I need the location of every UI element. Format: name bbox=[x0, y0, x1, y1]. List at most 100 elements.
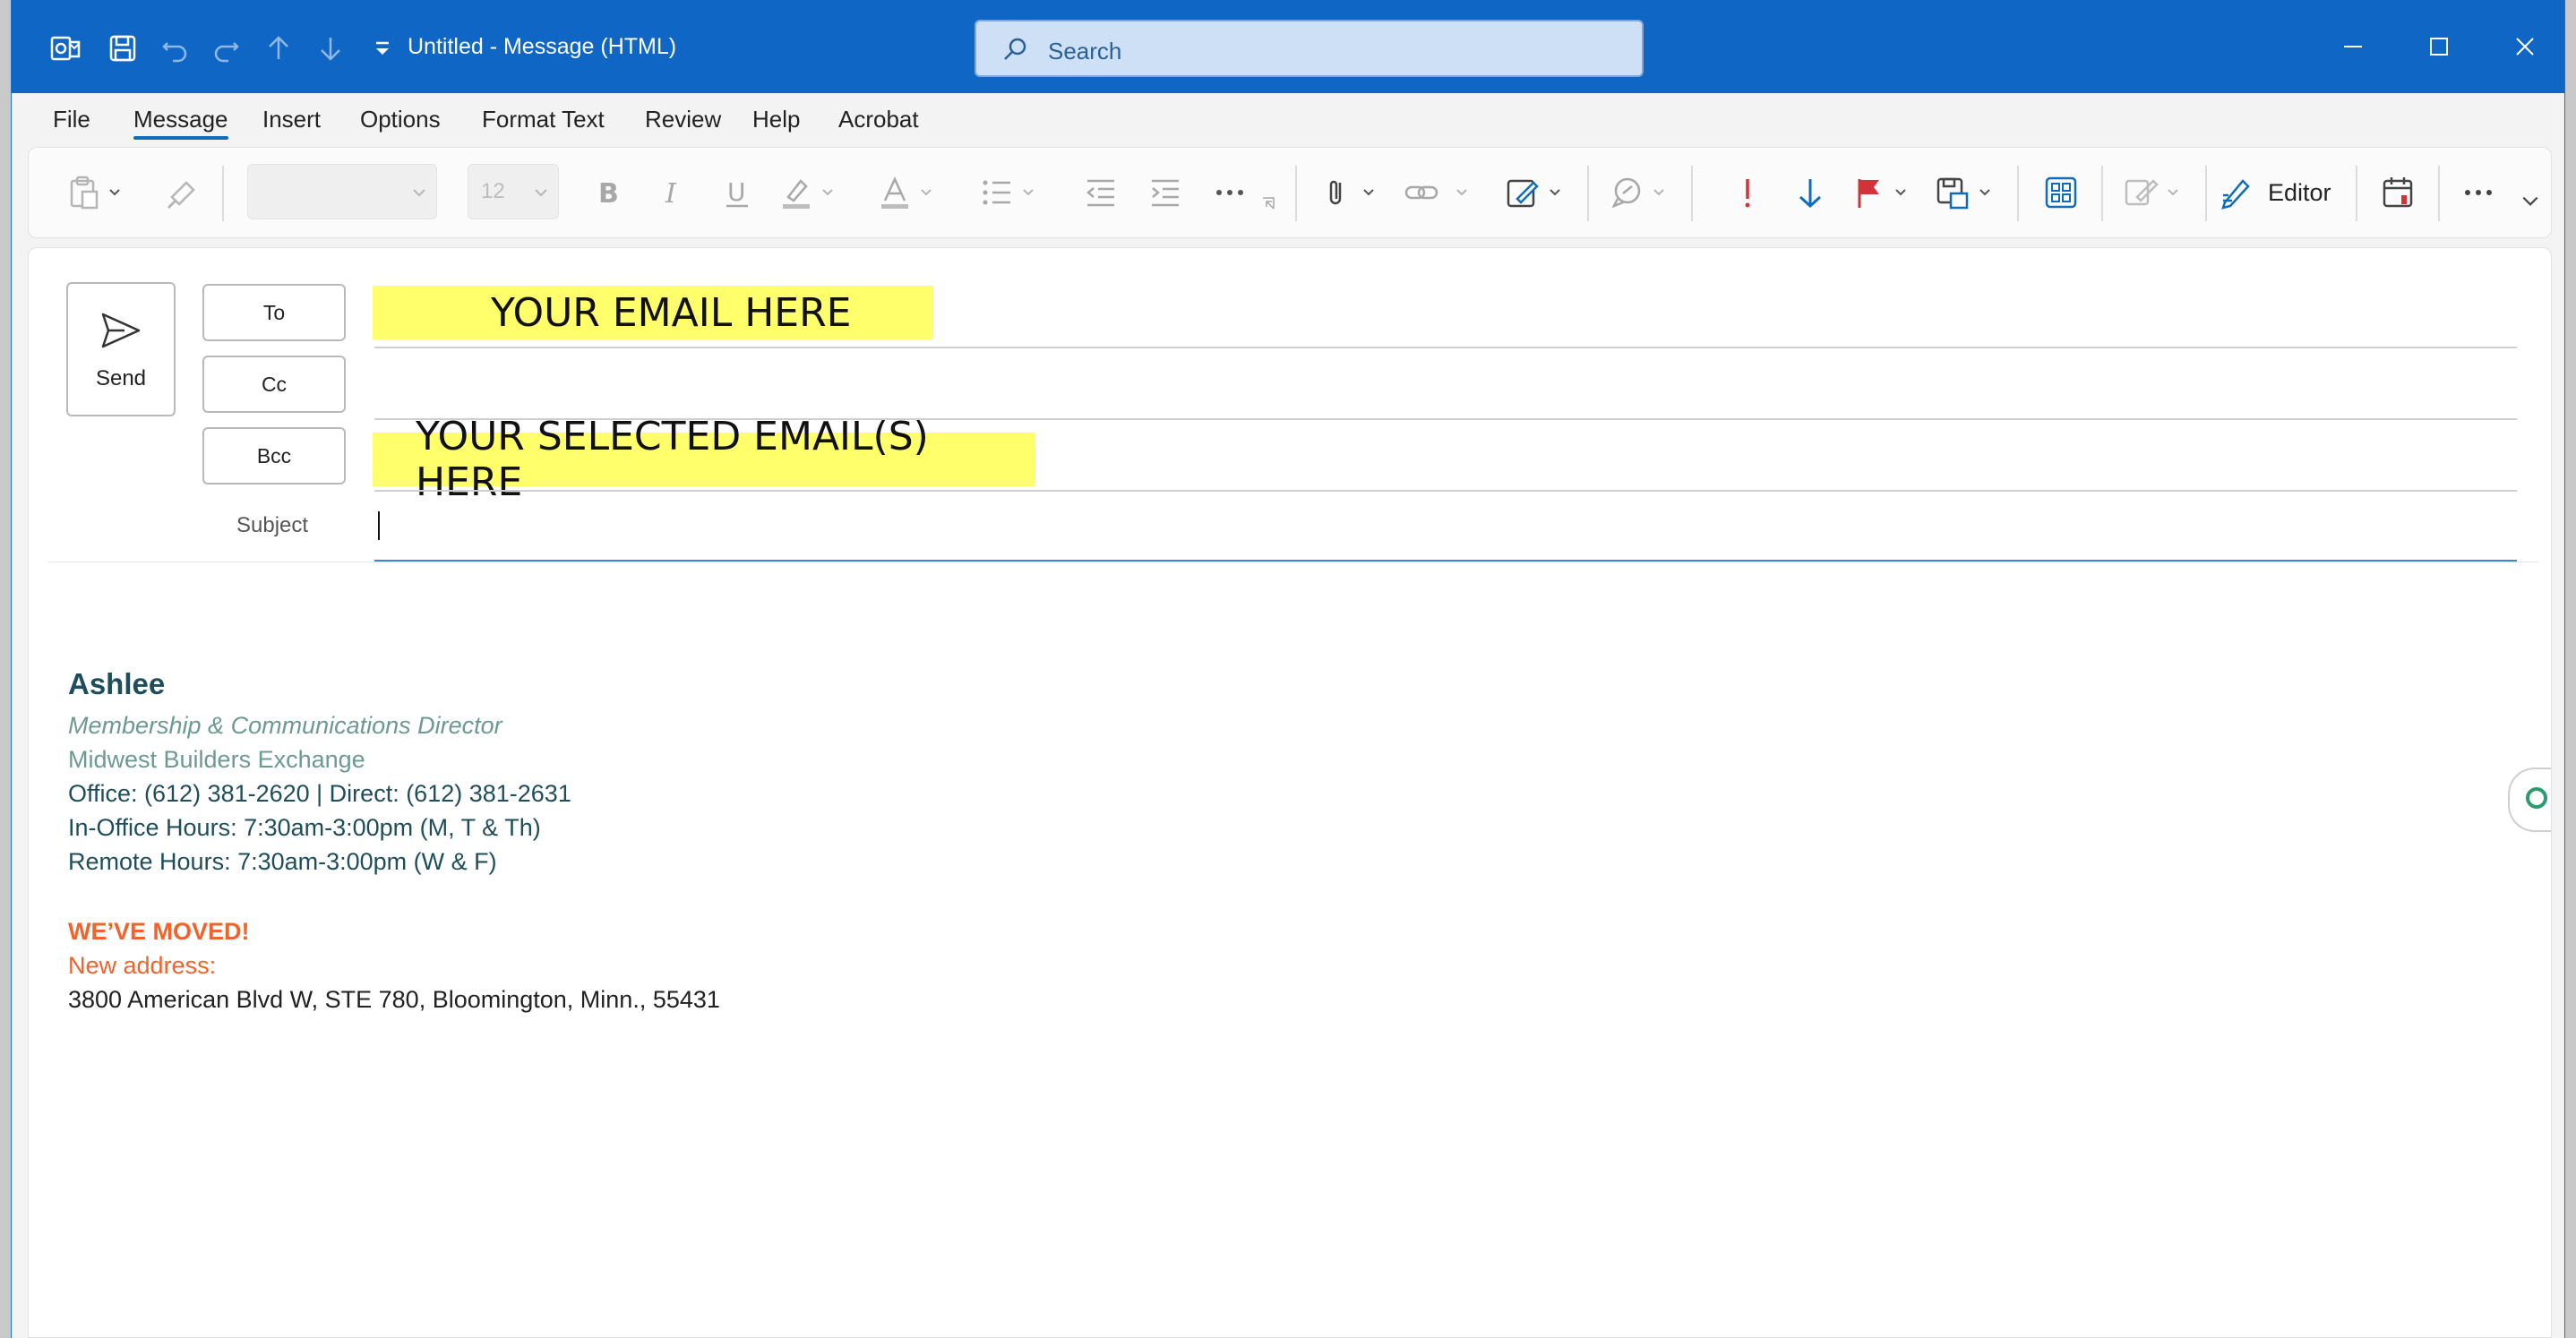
bcc-field-value[interactable]: YOUR SELECTED EMAIL(S) HERE bbox=[373, 414, 1035, 505]
tab-options[interactable]: Options bbox=[360, 106, 441, 133]
chevron-down-icon bbox=[413, 189, 425, 197]
tab-file[interactable]: File bbox=[53, 106, 90, 133]
chevron-down-icon bbox=[109, 189, 120, 196]
signature-name: Ashlee bbox=[68, 667, 166, 700]
chevron-down-icon bbox=[1363, 189, 1374, 196]
chevron-down-icon bbox=[1023, 189, 1034, 196]
minimize-icon bbox=[2344, 46, 2362, 47]
signature-role: Membership & Communications Director bbox=[68, 712, 502, 739]
maximize-button[interactable] bbox=[2419, 27, 2459, 66]
font-name-dropdown[interactable] bbox=[247, 164, 437, 219]
customize-toolbar-icon[interactable] bbox=[365, 30, 400, 66]
dialog-launcher-icon bbox=[1263, 197, 1275, 210]
exclamation-icon bbox=[1745, 179, 1750, 208]
chevron-down-icon bbox=[921, 189, 932, 196]
editor-button[interactable]: Editor bbox=[2218, 166, 2331, 219]
window-title: Untitled - Message (HTML) bbox=[408, 34, 677, 59]
subject-label: Subject bbox=[236, 513, 309, 537]
follow-up-button[interactable] bbox=[1850, 166, 1908, 219]
flag-icon bbox=[1858, 179, 1879, 208]
font-size-dropdown[interactable]: 12 bbox=[468, 164, 559, 219]
increase-indent-button[interactable] bbox=[1143, 166, 1188, 219]
chevron-down-icon bbox=[2168, 189, 2178, 196]
italic-button[interactable]: I bbox=[650, 166, 695, 219]
ribbon-separator bbox=[1691, 166, 1693, 221]
to-button[interactable]: To bbox=[202, 284, 346, 341]
ellipsis-icon bbox=[2465, 190, 2492, 195]
signature-office-hours: In-Office Hours: 7:30am-3:00pm (M, T & T… bbox=[68, 814, 541, 841]
highlighter-icon bbox=[783, 179, 810, 209]
to-field-value[interactable]: YOUR EMAIL HERE bbox=[373, 286, 933, 339]
tab-acrobat[interactable]: Acrobat bbox=[838, 106, 919, 133]
more-commands-button[interactable] bbox=[2456, 166, 2501, 219]
chevron-down-icon bbox=[822, 189, 833, 196]
svg-text:I: I bbox=[665, 178, 677, 210]
tab-format-text[interactable]: Format Text bbox=[482, 106, 605, 133]
format-painter-icon bbox=[167, 181, 195, 210]
signature-phones: Office: (612) 381-2620 | Direct: (612) 3… bbox=[68, 780, 571, 807]
chevron-down-icon bbox=[1895, 189, 1906, 196]
side-assistant-tab[interactable] bbox=[2508, 768, 2551, 832]
format-painter-button[interactable] bbox=[163, 166, 201, 219]
low-importance-button[interactable] bbox=[1788, 166, 1833, 219]
bullets-button[interactable] bbox=[978, 166, 1035, 219]
more-formatting-button[interactable] bbox=[1207, 166, 1252, 219]
chevron-down-icon bbox=[1456, 189, 1467, 196]
highlight-color-button[interactable] bbox=[777, 166, 835, 219]
attach-file-button[interactable] bbox=[1318, 166, 1376, 219]
sensitivity-button[interactable] bbox=[1935, 166, 1992, 219]
tab-insert[interactable]: Insert bbox=[262, 106, 321, 133]
ribbon-separator bbox=[1587, 166, 1589, 221]
bold-button[interactable]: B bbox=[586, 166, 631, 219]
signature-icon bbox=[1507, 179, 1539, 208]
font-color-button[interactable] bbox=[876, 166, 933, 219]
save-options-icon bbox=[1936, 177, 1969, 210]
decrease-indent-button[interactable] bbox=[1078, 166, 1123, 219]
italic-icon: I bbox=[665, 178, 677, 210]
undo-icon[interactable] bbox=[157, 30, 193, 66]
editor-pen-icon bbox=[2221, 179, 2250, 210]
close-button[interactable] bbox=[2505, 27, 2545, 66]
scheduling-button[interactable] bbox=[2372, 166, 2426, 219]
ribbon-separator bbox=[2101, 166, 2103, 221]
templates-button[interactable] bbox=[2123, 166, 2180, 219]
tab-help[interactable]: Help bbox=[752, 106, 800, 133]
paste-button[interactable] bbox=[64, 166, 122, 219]
high-importance-button[interactable] bbox=[1725, 166, 1770, 219]
editor-label: Editor bbox=[2268, 178, 2331, 206]
calendar-icon bbox=[2383, 177, 2413, 208]
comment-icon bbox=[1611, 177, 1641, 209]
ribbon-separator bbox=[2017, 166, 2019, 221]
redo-icon[interactable] bbox=[209, 30, 245, 66]
bold-icon: B bbox=[598, 178, 619, 210]
save-icon[interactable] bbox=[105, 30, 141, 66]
send-button[interactable]: Send bbox=[66, 282, 176, 416]
tab-message[interactable]: Message bbox=[133, 106, 228, 133]
previous-item-icon[interactable] bbox=[261, 30, 296, 66]
cc-button[interactable]: Cc bbox=[202, 356, 346, 413]
title-bar: Untitled - Message (HTML) Search bbox=[12, 0, 2564, 93]
increase-indent-icon bbox=[1152, 179, 1179, 207]
link-button[interactable] bbox=[1403, 166, 1469, 219]
dictate-button[interactable] bbox=[1609, 166, 1666, 219]
to-field-underline bbox=[374, 347, 2517, 348]
tab-review[interactable]: Review bbox=[645, 106, 721, 133]
bcc-button[interactable]: Bcc bbox=[202, 427, 346, 485]
apps-button[interactable] bbox=[2039, 166, 2083, 219]
search-box[interactable]: Search bbox=[975, 20, 1644, 77]
font-dialog-launcher[interactable] bbox=[1261, 194, 1275, 212]
minimize-button[interactable] bbox=[2333, 27, 2373, 66]
next-item-icon[interactable] bbox=[313, 30, 348, 66]
clipboard-icon bbox=[70, 176, 99, 210]
outlook-app-icon bbox=[47, 30, 83, 66]
ribbon-separator bbox=[222, 166, 224, 221]
signature-company: Midwest Builders Exchange bbox=[68, 746, 365, 773]
outlook-compose-window: Untitled - Message (HTML) Search File Me… bbox=[11, 0, 2565, 1338]
underline-button[interactable]: U bbox=[715, 166, 760, 219]
signature-moved-heading: WE’VE MOVED! bbox=[68, 918, 250, 945]
signature-button[interactable] bbox=[1505, 166, 1562, 219]
expand-ribbon-button[interactable] bbox=[2517, 184, 2544, 219]
signature-address: 3800 American Blvd W, STE 780, Bloomingt… bbox=[68, 986, 720, 1013]
svg-text:B: B bbox=[598, 178, 619, 210]
decrease-indent-icon bbox=[1086, 179, 1114, 207]
